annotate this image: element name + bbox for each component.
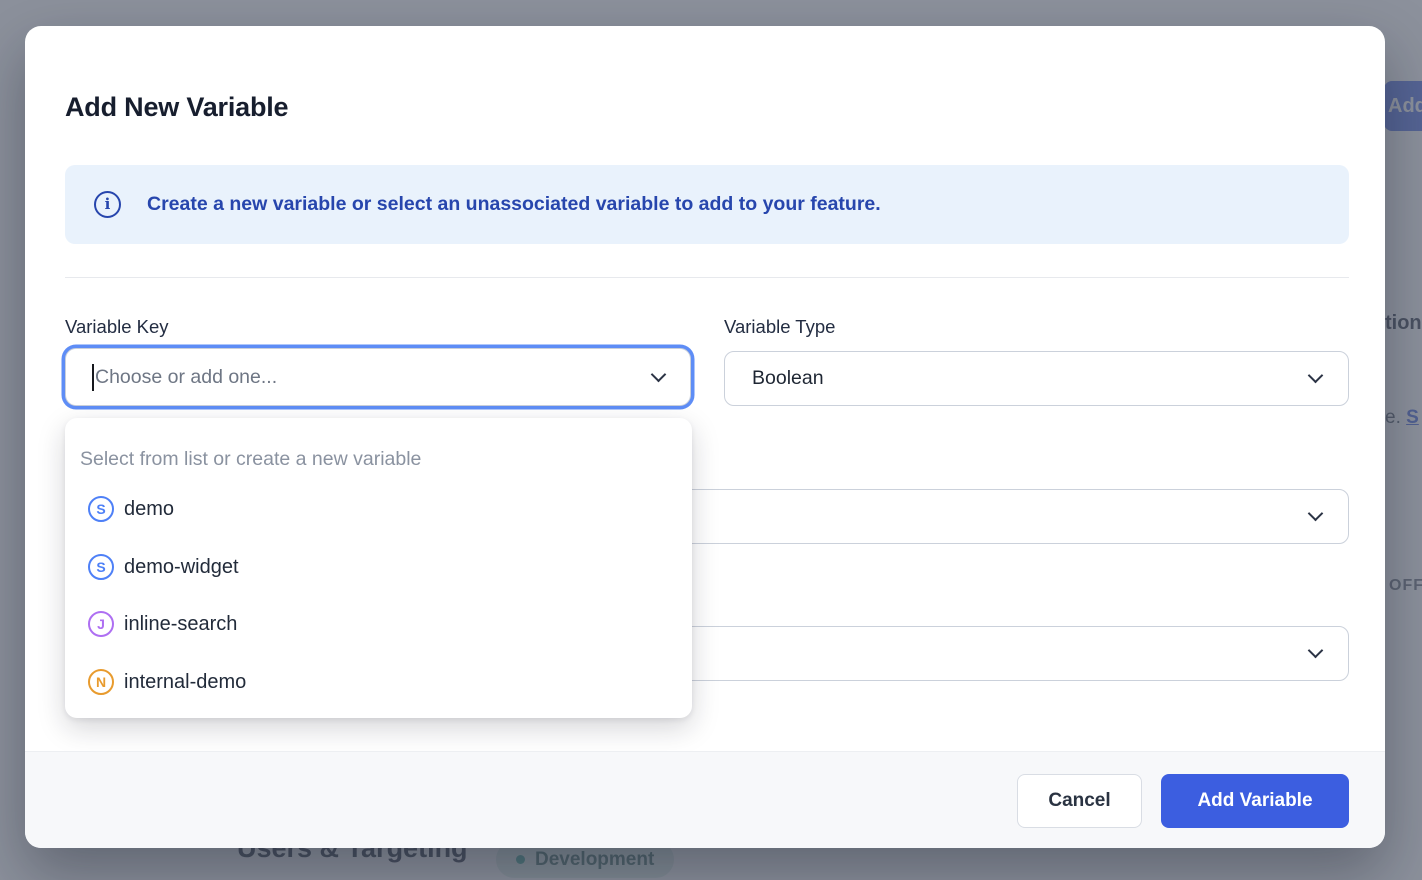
variable-key-combobox[interactable]: Choose or add one... <box>65 348 691 406</box>
number-type-icon: N <box>88 669 114 695</box>
dropdown-option-internal-demo[interactable]: N internal-demo <box>65 656 692 708</box>
info-banner: i Create a new variable or select an una… <box>65 165 1349 244</box>
option-label: inline-search <box>124 613 237 636</box>
chevron-down-icon <box>1308 643 1324 659</box>
text-cursor <box>92 364 94 391</box>
divider <box>65 277 1349 278</box>
chevron-down-icon <box>1308 506 1324 522</box>
variable-type-value: Boolean <box>752 367 1310 390</box>
variable-key-placeholder: Choose or add one... <box>95 366 653 389</box>
option-label: demo-widget <box>124 556 239 579</box>
string-type-icon: S <box>88 496 114 522</box>
option-label: internal-demo <box>124 671 246 694</box>
modal-title: Add New Variable <box>65 92 288 123</box>
add-variable-button[interactable]: Add Variable <box>1161 774 1349 828</box>
dropdown-hint: Select from list or create a new variabl… <box>80 448 421 471</box>
info-icon: i <box>94 191 121 218</box>
variable-key-label: Variable Key <box>65 316 169 338</box>
dropdown-option-demo[interactable]: S demo <box>65 483 692 535</box>
cancel-button[interactable]: Cancel <box>1017 774 1142 828</box>
variable-key-dropdown: Select from list or create a new variabl… <box>65 418 692 718</box>
info-banner-text: Create a new variable or select an unass… <box>147 193 881 216</box>
modal-footer: Cancel Add Variable <box>25 751 1385 848</box>
chevron-down-icon <box>651 366 667 382</box>
variable-type-label: Variable Type <box>724 316 835 338</box>
dropdown-option-inline-search[interactable]: J inline-search <box>65 598 692 650</box>
variable-type-select[interactable]: Boolean <box>724 351 1349 406</box>
add-variable-modal: Add New Variable i Create a new variable… <box>25 26 1385 848</box>
string-type-icon: S <box>88 554 114 580</box>
dropdown-option-demo-widget[interactable]: S demo-widget <box>65 541 692 593</box>
chevron-down-icon <box>1308 368 1324 384</box>
json-type-icon: J <box>88 611 114 637</box>
option-label: demo <box>124 498 174 521</box>
